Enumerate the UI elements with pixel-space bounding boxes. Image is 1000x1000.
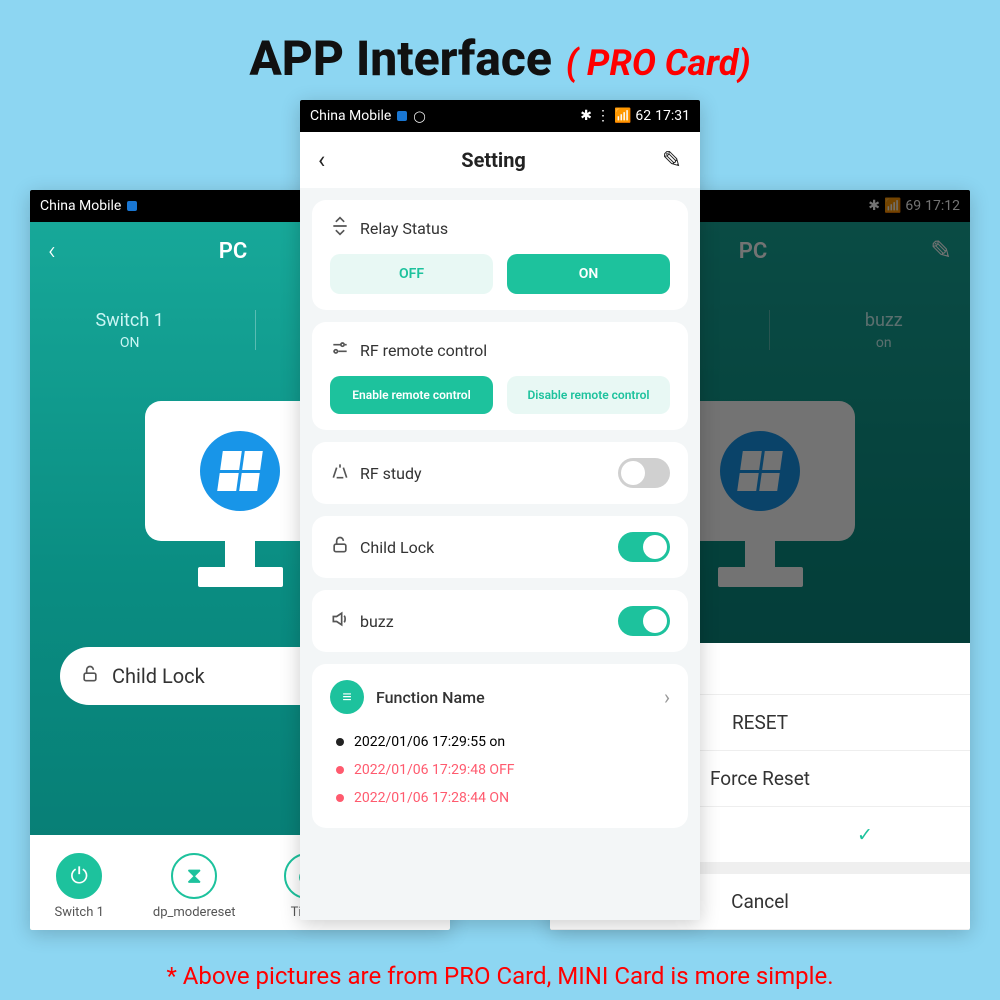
event-log: 2022/01/06 17:29:55 on 2022/01/06 17:29:… <box>330 728 670 812</box>
buzz-toggle[interactable] <box>618 606 670 636</box>
function-name-row[interactable]: ≡ Function Name › <box>330 680 670 714</box>
back-icon[interactable]: ‹ <box>318 146 325 174</box>
nav-modereset[interactable]: ⧗dp_modereset <box>153 853 236 920</box>
child-lock-label: Child Lock <box>360 538 434 557</box>
relay-status-card: Relay Status OFF ON <box>312 200 688 310</box>
relay-on-button[interactable]: ON <box>507 254 670 294</box>
bluetooth-icon: ✱ <box>580 108 592 124</box>
tab-separator <box>255 310 256 350</box>
status-bar: China Mobile ◯ ✱ ⋮ 📶 62 17:31 <box>300 100 700 132</box>
child-lock-toggle[interactable] <box>618 532 670 562</box>
heading-main: APP Interface <box>249 30 552 87</box>
tab-switch1[interactable]: Switch 1 ON <box>95 310 163 351</box>
carrier-label: China Mobile <box>40 198 121 214</box>
log-dot <box>336 738 344 746</box>
signal-icon: 📶 <box>614 108 631 124</box>
antenna-icon <box>330 461 350 485</box>
rf-study-toggle[interactable] <box>618 458 670 488</box>
document-icon: ≡ <box>330 680 364 714</box>
lock-icon <box>330 535 350 559</box>
rf-remote-card: RF remote control Enable remote control … <box>312 322 688 430</box>
log-dot <box>336 766 344 774</box>
function-name-label: Function Name <box>376 688 485 707</box>
carrier-icon <box>127 201 137 211</box>
settings-title: Setting <box>461 148 526 172</box>
relay-off-button[interactable]: OFF <box>330 254 493 294</box>
buzz-row[interactable]: buzz <box>312 590 688 652</box>
function-name-card: ≡ Function Name › 2022/01/06 17:29:55 on… <box>312 664 688 828</box>
settings-panel: ‹ Setting ✎ Relay Status OFF ON RF remot… <box>300 132 700 920</box>
rf-remote-label: RF remote control <box>360 341 487 360</box>
rf-study-row[interactable]: RF study <box>312 442 688 504</box>
rf-disable-button[interactable]: Disable remote control <box>507 376 670 414</box>
recycle-icon <box>330 216 350 240</box>
heading-sub: ( PRO Card) <box>566 42 751 84</box>
edit-icon[interactable]: ✎ <box>662 146 682 174</box>
child-lock-row[interactable]: Child Lock <box>312 516 688 578</box>
relay-status-label: Relay Status <box>360 219 448 238</box>
buzz-label: buzz <box>360 612 394 631</box>
carrier-label: China Mobile <box>310 108 391 124</box>
log-dot <box>336 794 344 802</box>
clock: 17:31 <box>655 108 690 124</box>
wifi-icon: ⋮ <box>596 108 610 124</box>
log-entry: 2022/01/06 17:29:48 OFF <box>330 756 670 784</box>
lock-icon <box>80 664 100 689</box>
chevron-right-icon: › <box>664 685 670 709</box>
nav-switch1[interactable]: ⏻Switch 1 <box>55 853 104 920</box>
log-entry: 2022/01/06 17:29:55 on <box>330 728 670 756</box>
log-entry: 2022/01/06 17:28:44 ON <box>330 784 670 812</box>
page-heading: APP Interface ( PRO Card) <box>0 30 1000 87</box>
footnote: * Above pictures are from PRO Card, MINI… <box>0 962 1000 990</box>
battery-pct: 62 <box>635 108 651 124</box>
sheet-confirm[interactable]: ✓ <box>760 807 970 862</box>
sliders-icon <box>330 338 350 362</box>
phone-center: China Mobile ◯ ✱ ⋮ 📶 62 17:31 ‹ Setting ✎… <box>300 100 700 920</box>
speaker-icon <box>330 609 350 633</box>
whatsapp-icon: ◯ <box>413 110 425 123</box>
rf-study-label: RF study <box>360 464 422 483</box>
child-lock-label: Child Lock <box>112 664 205 688</box>
back-icon[interactable]: ‹ <box>48 236 56 266</box>
screen-title: PC <box>219 239 248 264</box>
carrier-icon <box>397 111 407 121</box>
rf-enable-button[interactable]: Enable remote control <box>330 376 493 414</box>
